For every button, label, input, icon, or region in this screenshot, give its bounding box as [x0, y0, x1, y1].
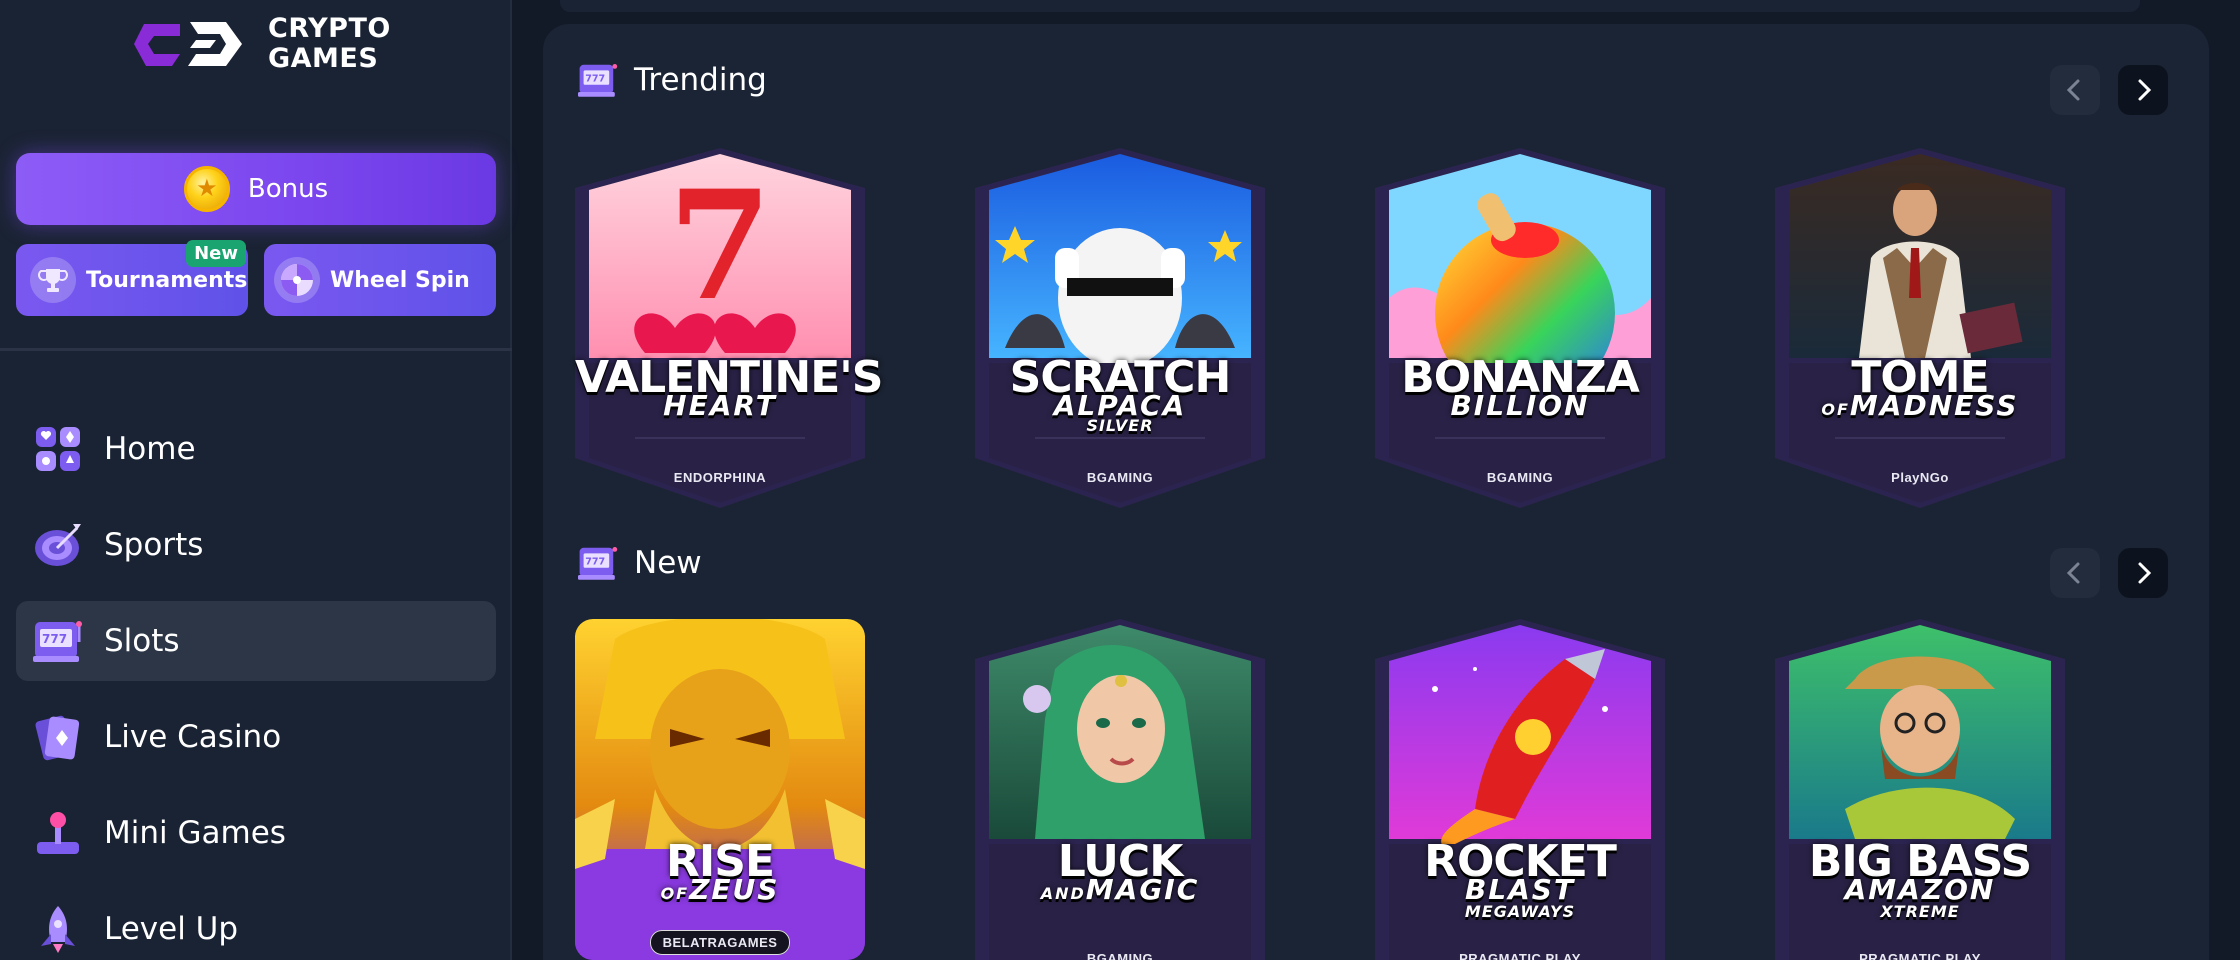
trending-next-button[interactable]: [2118, 65, 2168, 115]
section-header-new: 777 New: [578, 543, 702, 583]
game-thumbnail: [575, 619, 865, 960]
game-thumbnail: [1775, 148, 2065, 508]
section-title: New: [634, 545, 702, 581]
sidebar-item-label: Mini Games: [104, 815, 286, 851]
game-provider: BGAMING: [1486, 470, 1554, 485]
logo-text: CRYPTO GAMES: [268, 13, 391, 74]
wheel-icon: [274, 257, 320, 303]
sidebar-item-sports[interactable]: Sports: [16, 505, 496, 585]
svg-text:777: 777: [42, 632, 67, 646]
chevron-left-icon: [2066, 562, 2080, 584]
game-subtitle-2: MEGAWAYS: [1464, 902, 1576, 921]
game-card[interactable]: LUCK ANDMAGIC BGAMING: [975, 619, 1265, 960]
game-provider: PRAGMATIC PLAY: [1859, 951, 1981, 960]
sidebar-item-label: Slots: [104, 623, 180, 659]
sidebar-divider: [0, 348, 512, 351]
game-subtitle: ANDMAGIC: [975, 876, 1265, 904]
sidebar-item-home[interactable]: Home: [16, 409, 496, 489]
slot-machine-icon: 777: [30, 613, 86, 669]
sidebar-item-label: Sports: [104, 527, 204, 563]
slot-machine-icon: 777: [578, 547, 618, 580]
top-bar: [560, 0, 2140, 12]
slot-machine-icon: 777: [578, 64, 618, 97]
logo[interactable]: CRYPTO GAMES: [130, 14, 391, 74]
chevron-left-icon: [2066, 79, 2080, 101]
bonus-label: Bonus: [247, 174, 329, 204]
sidebar-item-label: Live Casino: [104, 719, 282, 755]
tournaments-label: Tournaments: [86, 267, 248, 293]
game-card[interactable]: ROCKET BLAST MEGAWAYS PRAGMATIC PLAY: [1375, 619, 1665, 960]
game-subtitle-text: MAGIC: [1085, 873, 1200, 906]
trophy-icon: [30, 257, 76, 303]
svg-text:777: 777: [585, 74, 605, 85]
game-card[interactable]: RISE OFZEUS BELATRAGAMES: [575, 619, 865, 960]
new-next-button[interactable]: [2118, 548, 2168, 598]
wheel-spin-button[interactable]: Wheel Spin: [264, 244, 496, 316]
rocket-icon: [30, 901, 86, 957]
game-card[interactable]: 7 VALENTINE'S HEART ENDORPHINA: [575, 148, 883, 508]
game-card[interactable]: SCRATCH ALPACA SILVER BGAMING: [975, 148, 1265, 508]
sidebar-item-live-casino[interactable]: Live Casino: [16, 697, 496, 777]
game-subtitle: BILLION: [1450, 389, 1590, 422]
game-provider: PlayNGo: [1891, 470, 1949, 485]
tournaments-button[interactable]: Tournaments New: [16, 240, 248, 316]
game-subtitle-prefix: OF: [660, 884, 690, 903]
game-subtitle: OFMADNESS: [1775, 392, 2065, 420]
game-card[interactable]: TOME OFMADNESS PlayNGo: [1775, 148, 2065, 508]
sidebar: CRYPTO GAMES Bonus Tournaments New Wheel…: [0, 0, 512, 960]
section-title: Trending: [634, 62, 767, 98]
game-provider: ENDORPHINA: [673, 470, 767, 485]
logo-icon: [134, 22, 242, 66]
game-subtitle-prefix: OF: [1821, 400, 1850, 419]
game-provider: PRAGMATIC PLAY: [1459, 951, 1581, 960]
coin-icon: [183, 166, 230, 212]
cards-suits-icon: [30, 421, 86, 477]
game-provider: BGAMING: [1086, 951, 1154, 960]
new-prev-button[interactable]: [2050, 548, 2100, 598]
target-icon: [30, 517, 86, 573]
sidebar-item-label: Home: [104, 431, 196, 467]
game-provider: BGAMING: [1086, 470, 1154, 485]
game-subtitle: AMAZON: [1844, 873, 1996, 906]
game-subtitle-2: XTREME: [1880, 902, 1960, 921]
sidebar-item-slots[interactable]: 777 Slots: [16, 601, 496, 681]
game-subtitle: BLAST: [1464, 873, 1576, 906]
joystick-icon: [30, 805, 86, 861]
bonus-button[interactable]: Bonus: [16, 153, 496, 225]
game-subtitle-prefix: AND: [1040, 884, 1086, 903]
sidebar-item-label: Level Up: [104, 911, 239, 947]
new-badge: New: [186, 240, 246, 267]
game-subtitle: HEART: [663, 389, 777, 422]
section-header-trending: 777 Trending: [578, 60, 767, 100]
sidebar-item-level-up[interactable]: Level Up: [16, 889, 496, 960]
wheel-spin-label: Wheel Spin: [330, 267, 470, 293]
chevron-right-icon: [2138, 79, 2152, 101]
game-thumbnail: [1375, 148, 1665, 508]
game-subtitle-text: MADNESS: [1849, 389, 2019, 422]
game-thumbnail: [975, 148, 1265, 508]
game-subtitle-2: SILVER: [1086, 416, 1154, 435]
game-thumbnail: [975, 619, 1265, 960]
game-card[interactable]: BONANZA BILLION BGAMING: [1375, 148, 1665, 508]
chevron-right-icon: [2138, 562, 2152, 584]
game-thumbnail: 7: [575, 148, 865, 508]
game-subtitle: OFZEUS: [575, 876, 865, 904]
trending-prev-button[interactable]: [2050, 65, 2100, 115]
game-card[interactable]: BIG BASS AMAZON XTREME PRAGMATIC PLAY: [1775, 619, 2065, 960]
svg-text:777: 777: [585, 557, 605, 568]
game-subtitle-text: ZEUS: [689, 873, 780, 906]
svg-text:7: 7: [668, 158, 772, 334]
game-provider: BELATRAGAMES: [575, 930, 865, 955]
sidebar-item-mini-games[interactable]: Mini Games: [16, 793, 496, 873]
playing-card-icon: [30, 709, 86, 765]
